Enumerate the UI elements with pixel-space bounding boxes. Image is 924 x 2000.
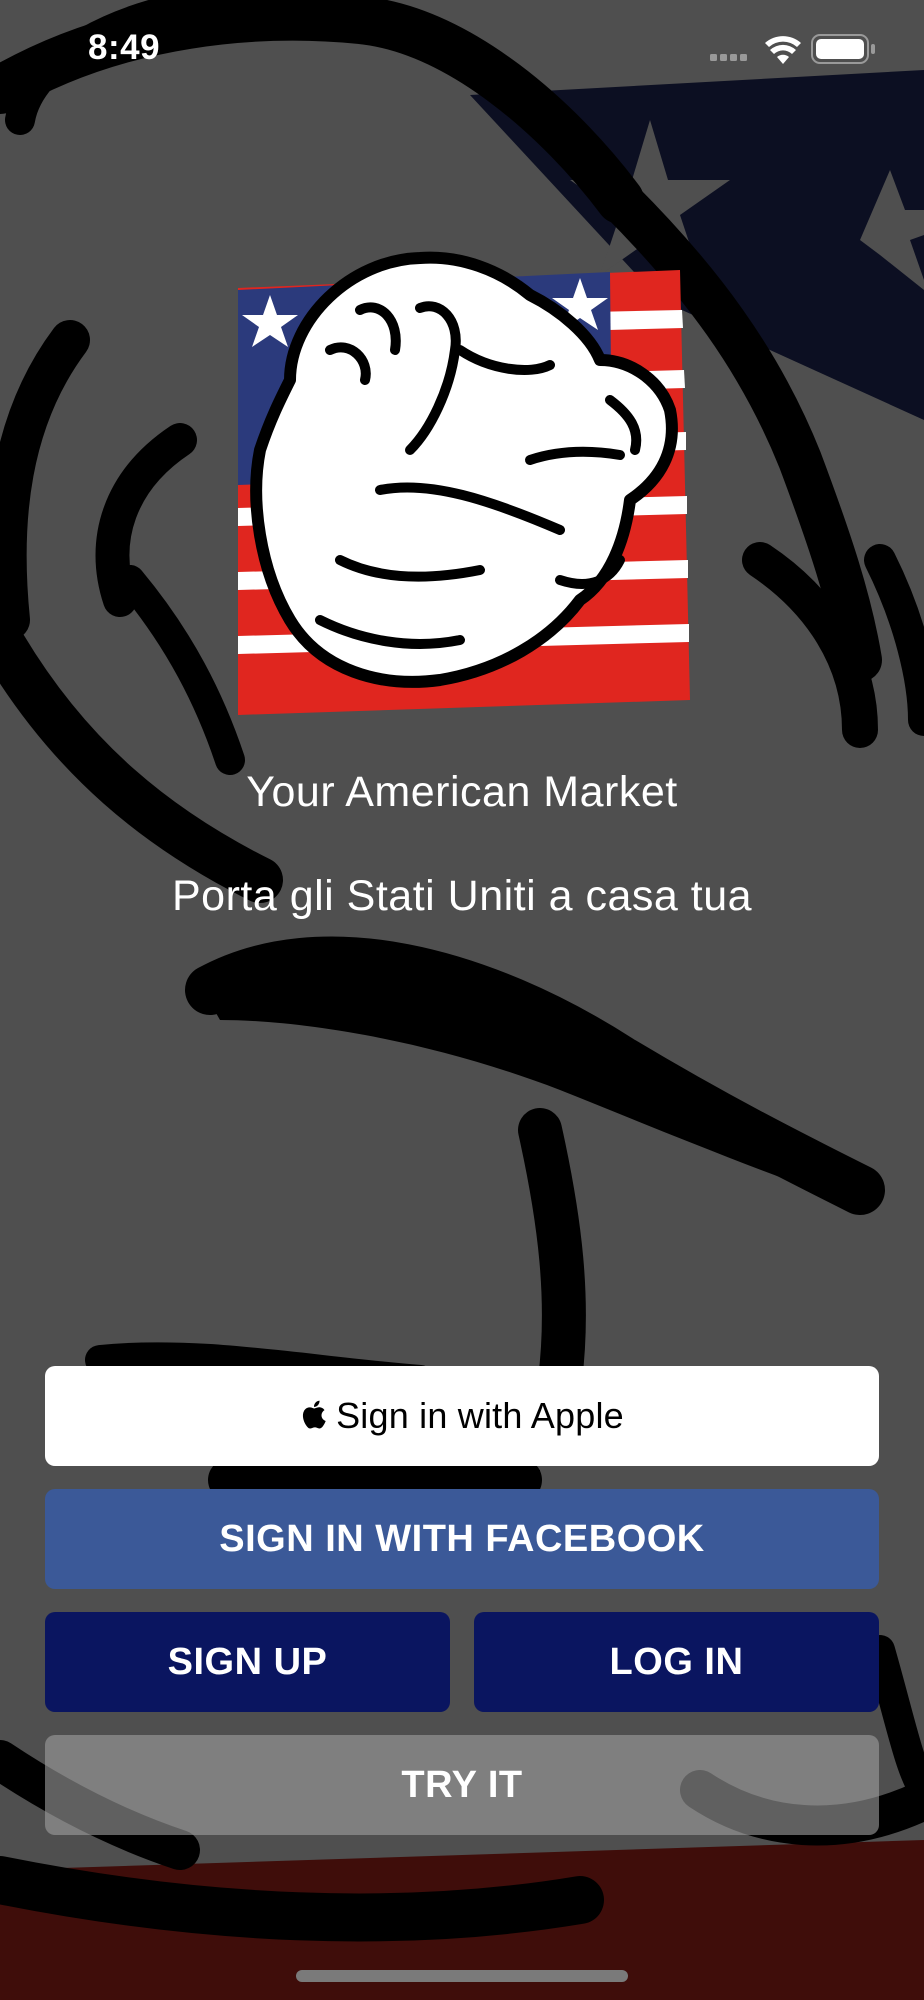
facebook-button-label: SIGN IN WITH FACEBOOK [219, 1517, 705, 1560]
cellular-signal-icon [710, 54, 747, 61]
apple-icon [303, 1400, 326, 1429]
app-logo [238, 251, 690, 715]
status-icons [710, 34, 875, 64]
try-it-button-label: TRY IT [401, 1763, 523, 1806]
sign-in-with-facebook-button[interactable]: SIGN IN WITH FACEBOOK [45, 1489, 879, 1589]
subtitle: Porta gli Stati Uniti a casa tua [171, 872, 753, 920]
home-indicator[interactable] [296, 1970, 628, 1982]
sign-up-button[interactable]: SIGN UP [45, 1612, 450, 1712]
try-it-button[interactable]: TRY IT [45, 1735, 879, 1835]
sign-up-button-label: SIGN UP [167, 1640, 328, 1683]
login-screen: 8:49 Your American Market Porta gli Stat… [0, 0, 924, 2000]
battery-icon [811, 34, 875, 64]
tagline: Your American Market [246, 768, 678, 816]
apple-button-label: Sign in with Apple [336, 1395, 624, 1436]
status-time: 8:49 [88, 28, 161, 67]
log-in-button[interactable]: LOG IN [474, 1612, 879, 1712]
wifi-icon [765, 36, 801, 64]
sign-in-with-apple-button[interactable]: Sign in with Apple [45, 1366, 879, 1466]
log-in-button-label: LOG IN [609, 1640, 744, 1683]
status-bar: 8:49 [0, 0, 924, 100]
